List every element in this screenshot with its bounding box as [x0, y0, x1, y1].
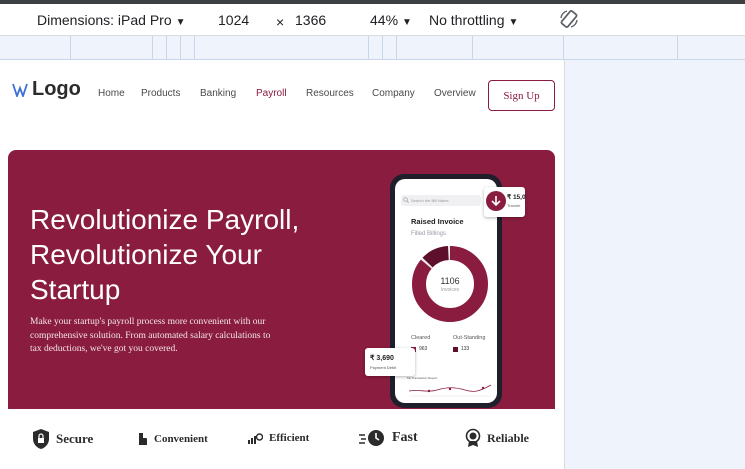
donut-value: 1106	[440, 276, 460, 286]
feature-label: Efficient	[269, 432, 310, 444]
ruler-mark	[152, 36, 153, 60]
site-logo[interactable]: Logo	[12, 78, 81, 101]
device-viewport: Logo Home Products Banking Payroll Resou…	[0, 60, 565, 469]
outstanding-legend: 133	[453, 346, 469, 352]
transfer-amount: ₹ 15,0	[507, 194, 526, 201]
download-circle	[486, 191, 506, 211]
mini-chart-point	[481, 386, 485, 390]
payment-amount: ₹ 3,690	[370, 355, 394, 362]
ruler-mark	[166, 36, 167, 60]
logo-text: Logo	[32, 78, 81, 100]
feature-secure: Secure	[32, 428, 93, 450]
devtools-device-toolbar: Dimensions: iPad Pro ▼ 1024 × 1366 44% ▼ N…	[0, 4, 745, 36]
search-placeholder: Search the Bill Name	[411, 198, 449, 203]
nav-products[interactable]: Products	[141, 88, 180, 99]
feature-label: Secure	[56, 431, 94, 446]
transfer-popup: ₹ 15,0 Transfe	[484, 187, 526, 217]
feature-fast: Fast	[358, 429, 418, 447]
hero-description: Make your startup's payroll process more…	[30, 317, 271, 354]
chevron-down-icon: ▼	[402, 17, 412, 28]
rotate-button[interactable]	[558, 8, 580, 33]
media-query-ruler[interactable]	[0, 36, 745, 60]
ruler-mark	[472, 36, 473, 60]
cleared-value: 963	[419, 346, 428, 352]
feature-label: Fast	[392, 430, 418, 445]
hand-pointer-icon	[139, 433, 147, 445]
award-badge-icon	[465, 428, 481, 447]
feature-reliable: Reliable	[465, 428, 529, 448]
mini-chart-title: My Transaction Report	[407, 376, 437, 380]
ruler-mark	[368, 36, 369, 60]
rotate-icon	[560, 10, 578, 28]
lock-shield-icon	[33, 429, 49, 449]
ruler-mark	[396, 36, 397, 60]
nav-banking[interactable]: Banking	[200, 88, 236, 99]
dimension-separator: ×	[276, 14, 285, 30]
donut-label: Invoices	[440, 287, 460, 293]
arrow-down-icon	[491, 196, 501, 207]
ruler-mark	[382, 36, 383, 60]
hero-section: Revolutionize Payroll, Revolutionize You…	[8, 150, 555, 409]
feature-label: Reliable	[487, 430, 529, 445]
nav-payroll[interactable]: Payroll	[256, 88, 287, 99]
feature-efficient: Efficient	[247, 431, 309, 445]
transaction-mini-chart: My Transaction Report	[407, 376, 492, 397]
ruler-mark	[677, 36, 678, 60]
zoom-dropdown[interactable]: 44% ▼	[370, 12, 412, 28]
transfer-label: Transfe	[507, 203, 521, 208]
mini-chart-point	[448, 387, 452, 391]
ruler-mark	[563, 36, 564, 60]
hero-title: Revolutionize Payroll, Revolutionize You…	[30, 204, 300, 305]
stopwatch-icon	[359, 430, 384, 446]
phone-search-bar: Search the Bill Name	[401, 195, 481, 206]
chevron-down-icon: ▼	[175, 17, 186, 28]
invoice-card-subtitle: Filled Billings	[411, 231, 447, 237]
height-input[interactable]: 1366	[295, 12, 326, 28]
chevron-down-icon: ▼	[508, 17, 519, 28]
nav-resources[interactable]: Resources	[306, 88, 354, 99]
nav-home[interactable]: Home	[98, 88, 125, 99]
devtools-canvas-background	[565, 60, 745, 469]
outstanding-value: 133	[461, 346, 470, 352]
cleared-label: Cleared	[411, 335, 431, 341]
sign-up-button[interactable]: Sign Up	[488, 80, 555, 111]
zoom-label: 44%	[370, 12, 399, 28]
nav-overview[interactable]: Overview	[434, 88, 476, 99]
feature-convenient: Convenient	[136, 432, 208, 446]
efficiency-icon	[248, 433, 263, 444]
throttling-label: No throttling	[429, 12, 505, 28]
features-strip: Secure Convenient Efficient Fast Reliabl…	[8, 409, 555, 469]
dimensions-label: Dimensions: iPad Pro	[37, 12, 172, 28]
outstanding-swatch	[453, 346, 458, 352]
invoice-card-title: Raised Invoice	[411, 217, 464, 226]
payment-label: Payment Debit	[370, 365, 397, 370]
throttling-dropdown[interactable]: No throttling ▼	[429, 12, 518, 28]
dimensions-dropdown[interactable]: Dimensions: iPad Pro ▼	[37, 12, 186, 28]
ruler-mark	[70, 36, 71, 60]
mini-chart-point	[427, 389, 431, 393]
logo-mark-icon	[12, 83, 28, 97]
width-input[interactable]: 1024	[218, 12, 249, 28]
ruler-mark	[180, 36, 181, 60]
outstanding-label: Out-Standing	[453, 335, 486, 341]
ruler-mark	[194, 36, 195, 60]
search-icon	[403, 197, 409, 203]
feature-label: Convenient	[154, 433, 208, 445]
payment-popup: ₹ 3,690 Payment Debit	[365, 348, 415, 376]
nav-company[interactable]: Company	[372, 88, 415, 99]
